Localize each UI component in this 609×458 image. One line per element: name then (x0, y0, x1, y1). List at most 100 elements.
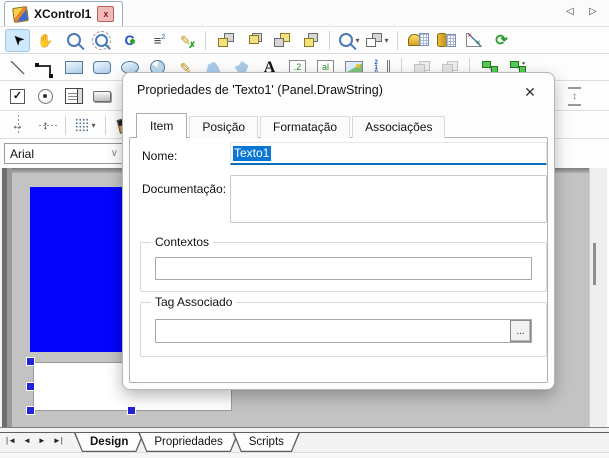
rectangle-tool-button[interactable] (61, 56, 86, 79)
pan-tool-button[interactable]: ✋ (33, 29, 58, 52)
dropdown-arrow-icon: ▾ (384, 36, 388, 45)
sheet-tab-design[interactable]: Design (74, 433, 144, 452)
zoom-menu-icon (339, 33, 353, 47)
grid-settings-button[interactable]: ▾ (73, 114, 98, 137)
dialog-tab-formatacao[interactable]: Formatação (260, 116, 350, 138)
bottom-sheet-bar: |◄ ◄ ► ►| DesignPropriedadesScripts (0, 428, 609, 452)
tag-browse-button[interactable]: ... (510, 320, 531, 342)
tab-scroll-right-icon[interactable]: ▷ (589, 6, 597, 17)
sheet-tab-label: Design (74, 433, 144, 452)
bring-to-front-icon (218, 33, 234, 47)
documentation-input[interactable] (230, 175, 547, 223)
selection-handle-bottom-center[interactable] (127, 406, 136, 415)
selection-handle-bottom-left[interactable] (26, 406, 35, 415)
refresh-object-button[interactable]: ⟳ (489, 29, 514, 52)
first-page-button[interactable]: |◄ (6, 436, 16, 445)
send-backward-icon (274, 33, 290, 47)
document-tab-label: XControl1 (34, 7, 91, 21)
bring-forward-icon (246, 33, 262, 47)
listbox-control-button[interactable] (61, 85, 86, 108)
toolbar-separator (205, 31, 206, 50)
equal-vertical-spacing-icon: ↕ (43, 119, 49, 131)
button-control-button[interactable] (89, 85, 114, 108)
rectangle-tool-icon (65, 61, 83, 74)
z-order-list-icon: ≡ (154, 34, 162, 47)
zoom-tool-button[interactable] (61, 29, 86, 52)
application-window: XControl1 x ◁ ▷ ➤✋C≡✎▾▾⟳ ✎A.2al ✓A ↕ ↔↕▾… (0, 0, 609, 458)
select-tool-icon: ➤ (8, 31, 26, 49)
line-tool-button[interactable] (5, 56, 30, 79)
grid-settings-icon (75, 118, 89, 132)
zoom-region-tool-button[interactable] (89, 29, 114, 52)
font-family-select[interactable]: Arial ∨ (4, 143, 124, 164)
name-input-selected-text: Texto1 (233, 146, 271, 161)
send-to-back-button[interactable] (297, 29, 322, 52)
name-field-label: Nome: (142, 149, 177, 163)
vertical-align-button[interactable]: ↕ (562, 85, 587, 108)
radio-control-button[interactable] (33, 85, 58, 108)
polyline-tool-button[interactable] (33, 56, 58, 79)
toolbar-separator (65, 116, 66, 135)
toolbar-row-1: ➤ ✋ C ≡ ✎ ▾ ▾ ⟳ (0, 27, 609, 54)
associated-tag-groupbox: Tag Associado ... (140, 302, 547, 357)
equal-horizontal-spacing-icon: ↔ (12, 119, 24, 131)
alarm-object-button[interactable] (405, 29, 430, 52)
polyline-tool-icon (38, 65, 51, 76)
next-page-button[interactable]: ► (38, 436, 46, 445)
previous-page-button[interactable]: ◄ (23, 436, 31, 445)
selection-handle-top-left[interactable] (26, 357, 35, 366)
zoom-region-tool-icon (95, 34, 108, 47)
dialog-tab-page-item: Nome: Texto1 Documentação: Contextos Tag… (129, 137, 548, 383)
dialog-tab-posicao[interactable]: Posição (189, 116, 258, 138)
alarm-object-icon (408, 34, 421, 46)
bring-to-front-button[interactable] (213, 29, 238, 52)
line-tool-icon (10, 61, 25, 74)
z-order-list-button[interactable]: ≡ (145, 29, 170, 52)
equal-horizontal-spacing-button[interactable]: ↔ (5, 114, 30, 137)
contexts-groupbox: Contextos (140, 242, 547, 292)
select-tool-button[interactable]: ➤ (5, 29, 30, 52)
rotate-tool-button[interactable]: C (117, 29, 142, 52)
tab-scroll-left-icon[interactable]: ◁ (566, 6, 574, 17)
dialog-tab-item[interactable]: Item (136, 113, 187, 138)
equal-vertical-spacing-button[interactable]: ↕ (33, 114, 58, 137)
properties-dialog: Propriedades de 'Texto1' (Panel.DrawStri… (122, 72, 555, 390)
last-page-button[interactable]: ►| (53, 436, 63, 445)
dropdown-arrow-icon: ▾ (355, 36, 359, 45)
refresh-object-icon: ⟳ (495, 33, 508, 48)
documentation-field-label: Documentação: (142, 182, 226, 196)
sheet-tab-propriedades[interactable]: Propriedades (138, 433, 238, 452)
checkbox-control-button[interactable]: ✓ (5, 85, 30, 108)
send-backward-button[interactable] (269, 29, 294, 52)
dialog-tab-associacoes[interactable]: Associações (352, 116, 445, 138)
toolbar-separator (329, 31, 330, 50)
associated-tag-input[interactable] (155, 319, 532, 343)
canvas-scrollbar-thumb[interactable] (593, 243, 596, 285)
canvas-scrollbar-track[interactable] (589, 168, 607, 427)
dropdown-arrow-icon: ▾ (91, 121, 95, 130)
listbox-control-icon (65, 88, 83, 104)
name-input[interactable]: Texto1 (230, 142, 547, 165)
contexts-groupbox-label: Contextos (151, 235, 213, 249)
document-tab-xcontrol1[interactable]: XControl1 x (4, 1, 123, 26)
chart-object-button[interactable] (461, 29, 486, 52)
xcontrol-document-icon (12, 6, 29, 23)
clear-drawing-button[interactable]: ✎ (173, 29, 198, 52)
recipe-object-button[interactable] (433, 29, 458, 52)
arrange-menu-button[interactable]: ▾ (365, 29, 390, 52)
associated-tag-groupbox-label: Tag Associado (151, 295, 236, 309)
document-tab-close-icon[interactable]: x (97, 6, 114, 22)
contexts-input[interactable] (155, 257, 532, 280)
clear-drawing-icon: ✎ (180, 34, 191, 47)
recipe-object-icon (437, 33, 447, 47)
zoom-menu-button[interactable]: ▾ (337, 29, 362, 52)
checkbox-control-icon: ✓ (10, 89, 25, 104)
sheet-tab-scripts[interactable]: Scripts (233, 433, 300, 452)
toolbar-separator (105, 116, 106, 135)
vertical-align-icon: ↕ (568, 87, 581, 106)
sheet-tab-label: Scripts (233, 433, 300, 452)
rounded-rectangle-tool-button[interactable] (89, 56, 114, 79)
selection-handle-middle-left[interactable] (26, 382, 35, 391)
bring-forward-button[interactable] (241, 29, 266, 52)
dialog-close-icon[interactable]: ✕ (518, 80, 542, 104)
